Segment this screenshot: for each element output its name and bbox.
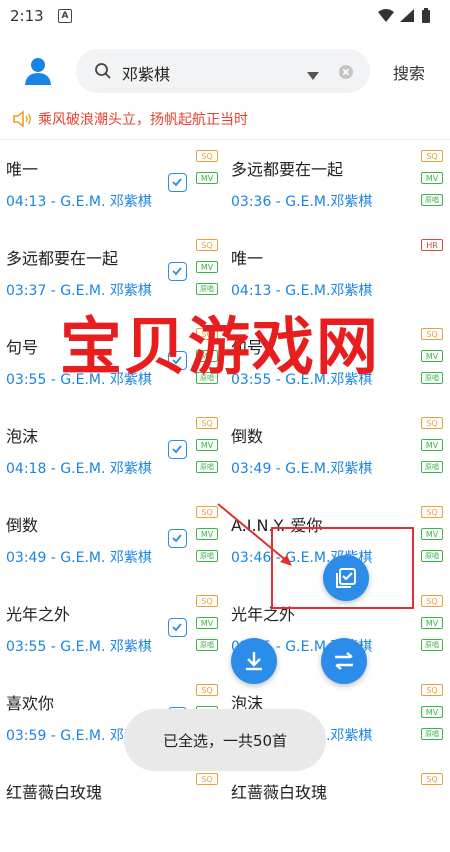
swap-icon <box>335 652 353 670</box>
toast: 已全选，一共50首 <box>124 709 326 771</box>
download-icon <box>246 652 262 671</box>
swap-button[interactable] <box>321 638 367 684</box>
toast-text: 已全选，一共50首 <box>162 732 288 750</box>
select-all-button[interactable] <box>323 555 369 601</box>
download-button[interactable] <box>231 638 277 684</box>
annotation-arrow <box>217 503 292 566</box>
select-all-icon <box>336 568 356 588</box>
